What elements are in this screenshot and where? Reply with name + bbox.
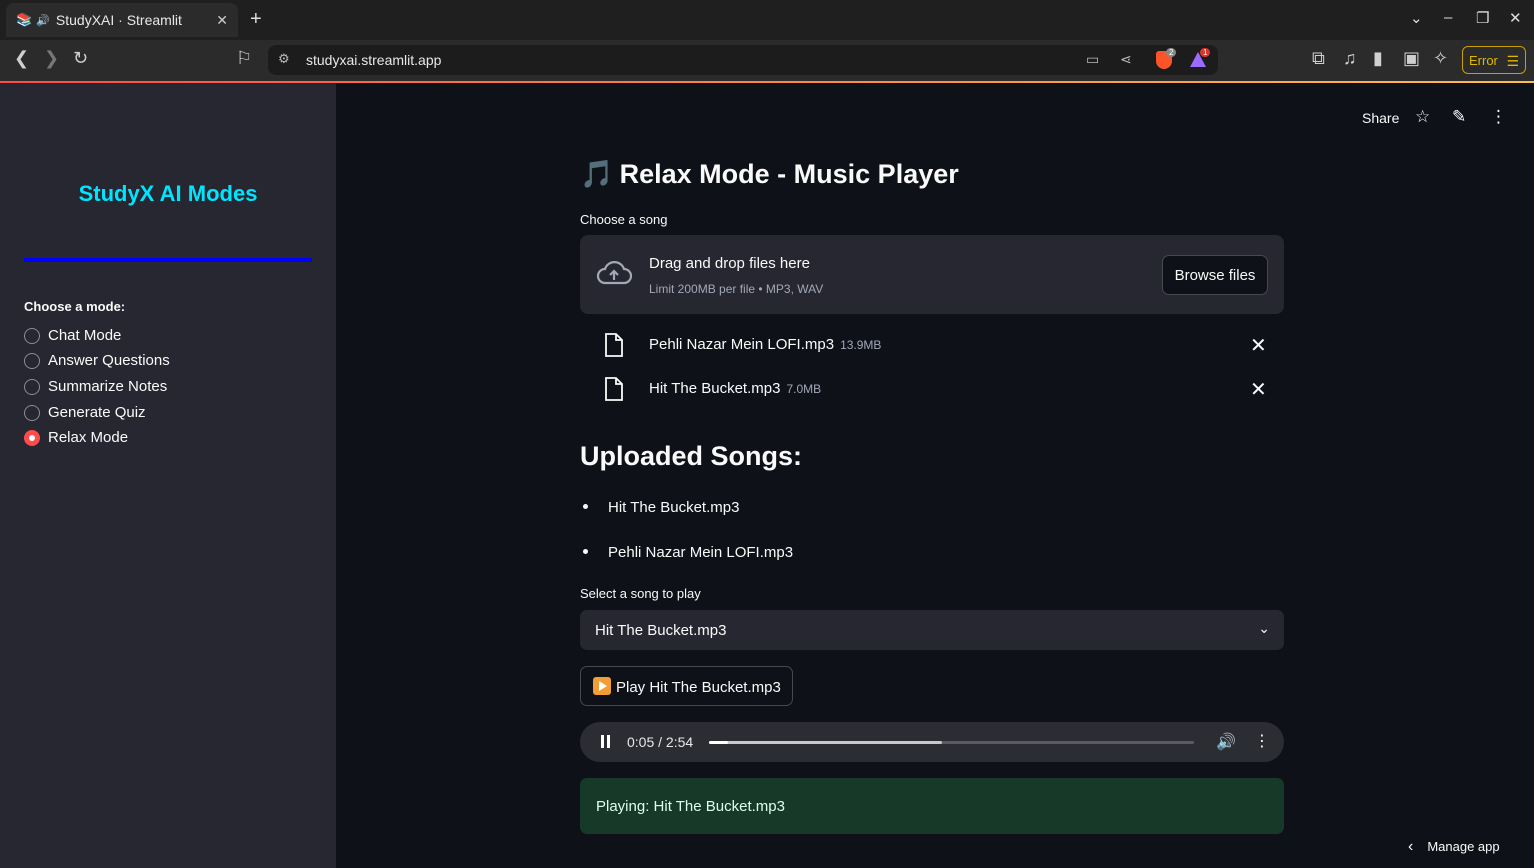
speaker-icon[interactable]: 🔊: [36, 14, 50, 27]
cast-icon[interactable]: ▭: [1086, 51, 1099, 68]
radio-label: Relax Mode: [48, 429, 129, 446]
reload-icon[interactable]: ↻: [73, 48, 88, 69]
bullet: [583, 504, 588, 510]
bookmark-icon[interactable]: ⚐: [236, 48, 252, 69]
url-text[interactable]: studyxai.streamlit.app: [306, 52, 441, 68]
uploaded-file-row: Pehli Nazar Mein LOFI.mp3 13.9MB ✕: [580, 325, 1284, 365]
uploader-label: Choose a song: [580, 212, 668, 227]
file-name: Pehli Nazar Mein LOFI.mp3 13.9MB: [649, 336, 882, 353]
tab-search-icon[interactable]: ⌄: [1410, 9, 1423, 27]
minimize-icon[interactable]: –: [1444, 9, 1452, 26]
radio-label: Chat Mode: [48, 327, 122, 344]
wallet-icon[interactable]: ▣: [1403, 48, 1420, 69]
rewards-count-badge: 1: [1200, 48, 1211, 57]
audio-buffered: [709, 741, 942, 744]
sidebar-toggle-icon[interactable]: ▮: [1373, 48, 1383, 69]
list-item: Pehli Nazar Mein LOFI.mp3: [580, 544, 793, 561]
radio-label: Summarize Notes: [48, 378, 168, 395]
shields-count-badge: 2: [1166, 48, 1177, 57]
sidebar-divider: [24, 258, 312, 262]
status-message: Playing: Hit The Bucket.mp3: [580, 778, 1284, 834]
chevron-down-icon[interactable]: ⌄: [1258, 620, 1270, 637]
edit-icon[interactable]: ✎: [1452, 107, 1466, 127]
bullet: [583, 549, 588, 555]
star-icon[interactable]: ☆: [1415, 107, 1430, 127]
leo-ai-icon[interactable]: ✧: [1433, 48, 1448, 69]
drop-limit: Limit 200MB per file • MP3, WAV: [649, 282, 824, 296]
audio-seek-bar[interactable]: [709, 741, 1194, 744]
error-label: Error: [1469, 53, 1498, 68]
file-dropzone[interactable]: Drag and drop files here Limit 200MB per…: [580, 235, 1284, 314]
new-tab-icon[interactable]: +: [250, 8, 262, 31]
sidebar: StudyX AI Modes Choose a mode: Chat Mode…: [0, 83, 336, 868]
remove-file-icon[interactable]: ✕: [1250, 333, 1267, 358]
close-tab-icon[interactable]: ✕: [216, 12, 228, 29]
more-menu-icon[interactable]: ⋮: [1490, 107, 1507, 127]
browser-tab[interactable]: 📚 🔊 StudyXAI · Streamlit ✕: [6, 3, 238, 37]
radio-circle[interactable]: [24, 404, 40, 421]
books-favicon-icon: 📚: [16, 12, 33, 27]
address-bar[interactable]: ⚙ studyxai.streamlit.app ▭ ⋖ 2 1: [268, 45, 1218, 75]
radio-circle[interactable]: [24, 352, 40, 369]
back-icon[interactable]: ❮: [14, 48, 29, 69]
music-note-icon: 🎵: [580, 159, 614, 189]
audio-time: 0:05 / 2:54: [627, 734, 694, 750]
share-button[interactable]: Share: [1362, 110, 1399, 126]
radio-relax-mode[interactable]: Relax Mode: [24, 429, 128, 446]
radio-generate-quiz[interactable]: Generate Quiz: [24, 404, 146, 421]
radio-summarize-notes[interactable]: Summarize Notes: [24, 378, 167, 395]
status-text: Playing: Hit The Bucket.mp3: [596, 798, 785, 815]
error-menu-button[interactable]: Error ☰: [1462, 46, 1526, 74]
chevron-left-icon: ‹: [1408, 838, 1414, 855]
browse-files-button[interactable]: Browse files: [1162, 255, 1268, 295]
radio-chat-mode[interactable]: Chat Mode: [24, 327, 121, 344]
share-url-icon[interactable]: ⋖: [1120, 51, 1132, 68]
browser-tab-bar: 📚 🔊 StudyXAI · Streamlit ✕ + ⌄ – ❐ ✕: [0, 0, 1534, 40]
radio-circle-selected[interactable]: [24, 429, 40, 446]
site-settings-icon[interactable]: ⚙: [278, 51, 290, 67]
audio-progress: [709, 741, 729, 744]
select-value: Hit The Bucket.mp3: [595, 622, 727, 639]
list-item: Hit The Bucket.mp3: [580, 499, 739, 516]
audio-player: 0:05 / 2:54 🔊 ⋮: [580, 722, 1284, 762]
tab-title: StudyXAI · Streamlit: [55, 12, 182, 28]
browser-toolbar: ❮ ❯ ↻ ⚐ ⚙ studyxai.streamlit.app ▭ ⋖ 2 1…: [0, 40, 1534, 81]
select-label: Select a song to play: [580, 586, 701, 601]
radio-circle[interactable]: [24, 378, 40, 395]
extensions-icon[interactable]: ⧉: [1312, 48, 1325, 69]
radio-label: Answer Questions: [48, 352, 170, 369]
audio-more-icon[interactable]: ⋮: [1254, 731, 1270, 751]
radio-circle[interactable]: [24, 327, 40, 344]
manage-app-button[interactable]: ‹ Manage app: [1408, 838, 1500, 856]
page-title: 🎵 Relax Mode - Music Player: [580, 158, 959, 190]
play-icon: [593, 676, 611, 695]
restore-icon[interactable]: ❐: [1476, 9, 1489, 27]
remove-file-icon[interactable]: ✕: [1250, 377, 1267, 402]
file-icon: [605, 333, 623, 357]
drop-text: Drag and drop files here: [649, 255, 810, 272]
uploaded-file-row: Hit The Bucket.mp3 7.0MB ✕: [580, 369, 1284, 409]
mode-label: Choose a mode:: [24, 299, 126, 314]
hamburger-icon: ☰: [1506, 53, 1519, 69]
play-button-label: Play Hit The Bucket.mp3: [616, 678, 781, 696]
radio-label: Generate Quiz: [48, 404, 146, 421]
close-window-icon[interactable]: ✕: [1509, 9, 1522, 27]
file-icon: [605, 377, 623, 401]
cloud-upload-icon: [596, 261, 632, 285]
uploaded-songs-heading: Uploaded Songs:: [580, 441, 802, 471]
file-size: 13.9MB: [840, 338, 882, 352]
media-icon[interactable]: ♫: [1343, 48, 1357, 69]
song-select[interactable]: Hit The Bucket.mp3 ⌄: [580, 610, 1284, 650]
volume-icon[interactable]: 🔊: [1216, 732, 1236, 752]
pause-icon[interactable]: [601, 735, 611, 748]
file-name: Hit The Bucket.mp3 7.0MB: [649, 380, 822, 397]
file-size: 7.0MB: [786, 382, 822, 396]
page-title-text: Relax Mode - Music Player: [619, 159, 959, 189]
play-song-button[interactable]: Play Hit The Bucket.mp3: [580, 666, 793, 706]
sidebar-title: StudyX AI Modes: [78, 181, 258, 206]
forward-icon[interactable]: ❯: [44, 48, 59, 69]
radio-answer-questions[interactable]: Answer Questions: [24, 352, 170, 369]
